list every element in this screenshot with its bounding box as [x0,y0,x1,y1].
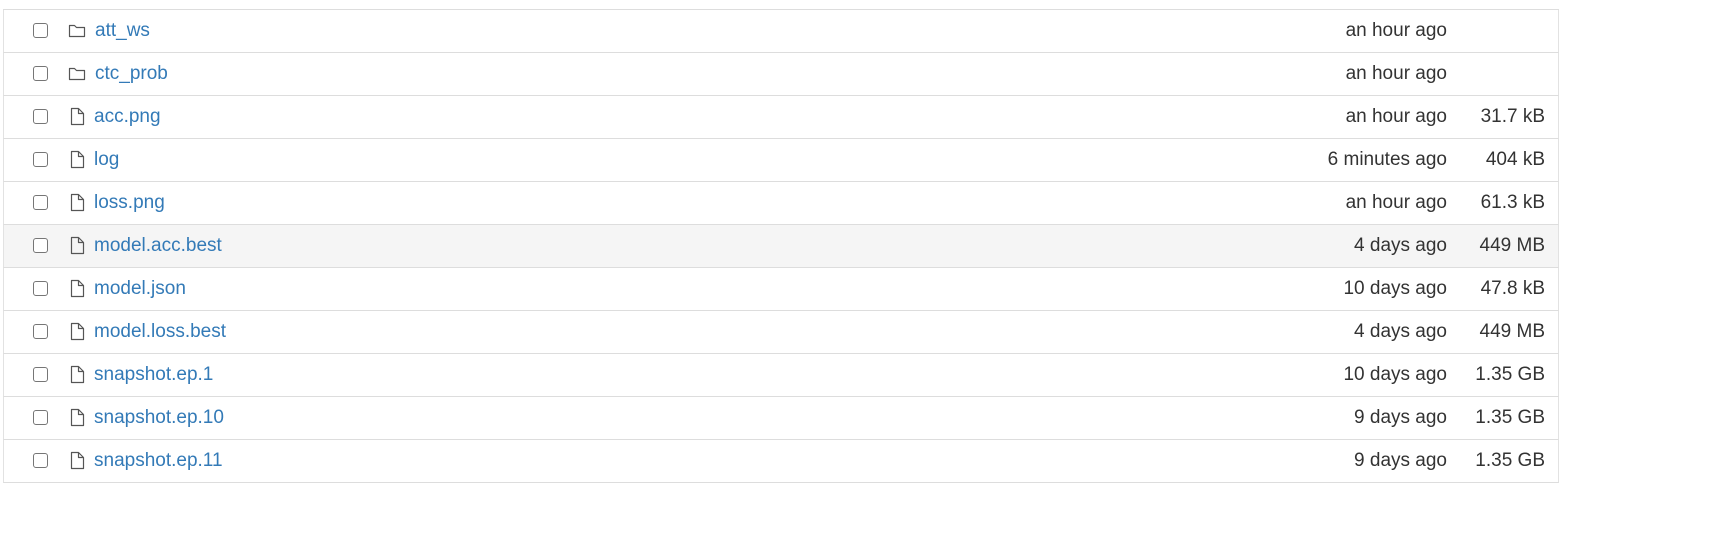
item-name-link[interactable]: model.acc.best [94,235,222,257]
item-size: 47.8 kB [1480,278,1545,299]
item-size: 449 MB [1479,321,1545,342]
row-checkbox[interactable] [33,195,48,210]
item-size: 1.35 GB [1475,450,1545,471]
row-checkbox[interactable] [33,109,48,124]
file-icon [67,451,87,471]
item-name-link[interactable]: snapshot.ep.10 [94,407,224,429]
item-name-link[interactable]: snapshot.ep.1 [94,364,213,386]
item-modified: 10 days ago [1343,364,1447,385]
item-size: 61.3 kB [1480,192,1545,213]
file-list-row[interactable]: ctc_prob an hour ago [3,53,1559,96]
item-name-link[interactable]: acc.png [94,106,161,128]
item-modified: 9 days ago [1354,450,1447,471]
file-list-row[interactable]: acc.png an hour ago 31.7 kB [3,96,1559,139]
row-checkbox[interactable] [33,281,48,296]
row-checkbox[interactable] [33,238,48,253]
item-modified: an hour ago [1345,20,1447,41]
item-modified: an hour ago [1345,63,1447,84]
file-list-row[interactable]: model.loss.best 4 days ago 449 MB [3,311,1559,354]
item-size: 404 kB [1485,149,1545,170]
item-modified: 4 days ago [1354,321,1447,342]
item-modified: an hour ago [1345,106,1447,127]
item-name-link[interactable]: snapshot.ep.11 [94,450,223,472]
item-size: 1.35 GB [1475,407,1545,428]
item-size: 1.35 GB [1475,364,1545,385]
item-name-link[interactable]: model.loss.best [94,321,226,343]
folder-icon [67,64,87,84]
row-checkbox[interactable] [33,152,48,167]
file-icon [67,107,87,127]
file-list-row[interactable]: snapshot.ep.1 10 days ago 1.35 GB [3,354,1559,397]
file-list-row[interactable]: model.acc.best 4 days ago 449 MB [3,225,1559,268]
file-icon [67,236,87,256]
file-list-row[interactable]: model.json 10 days ago 47.8 kB [3,268,1559,311]
item-modified: an hour ago [1345,192,1447,213]
file-list: att_ws an hour ago ctc_prob an hour ago … [3,9,1559,483]
item-name-link[interactable]: log [94,149,119,171]
file-list-row[interactable]: att_ws an hour ago [3,10,1559,53]
file-icon [67,365,87,385]
file-icon [67,150,87,170]
row-checkbox[interactable] [33,23,48,38]
row-checkbox[interactable] [33,410,48,425]
item-name-link[interactable]: ctc_prob [95,63,168,85]
item-name-link[interactable]: loss.png [94,192,165,214]
file-list-row[interactable]: snapshot.ep.11 9 days ago 1.35 GB [3,440,1559,483]
item-modified: 10 days ago [1343,278,1447,299]
file-icon [67,408,87,428]
item-modified: 6 minutes ago [1327,149,1447,170]
item-name-link[interactable]: att_ws [95,20,150,42]
item-size: 31.7 kB [1480,106,1545,127]
row-checkbox[interactable] [33,367,48,382]
folder-icon [67,21,87,41]
item-name-link[interactable]: model.json [94,278,186,300]
file-icon [67,193,87,213]
item-modified: 9 days ago [1354,407,1447,428]
row-checkbox[interactable] [33,324,48,339]
file-list-row[interactable]: snapshot.ep.10 9 days ago 1.35 GB [3,397,1559,440]
file-icon [67,322,87,342]
file-list-row[interactable]: loss.png an hour ago 61.3 kB [3,182,1559,225]
row-checkbox[interactable] [33,453,48,468]
item-size: 449 MB [1479,235,1545,256]
row-checkbox[interactable] [33,66,48,81]
file-list-row[interactable]: log 6 minutes ago 404 kB [3,139,1559,182]
file-icon [67,279,87,299]
item-modified: 4 days ago [1354,235,1447,256]
